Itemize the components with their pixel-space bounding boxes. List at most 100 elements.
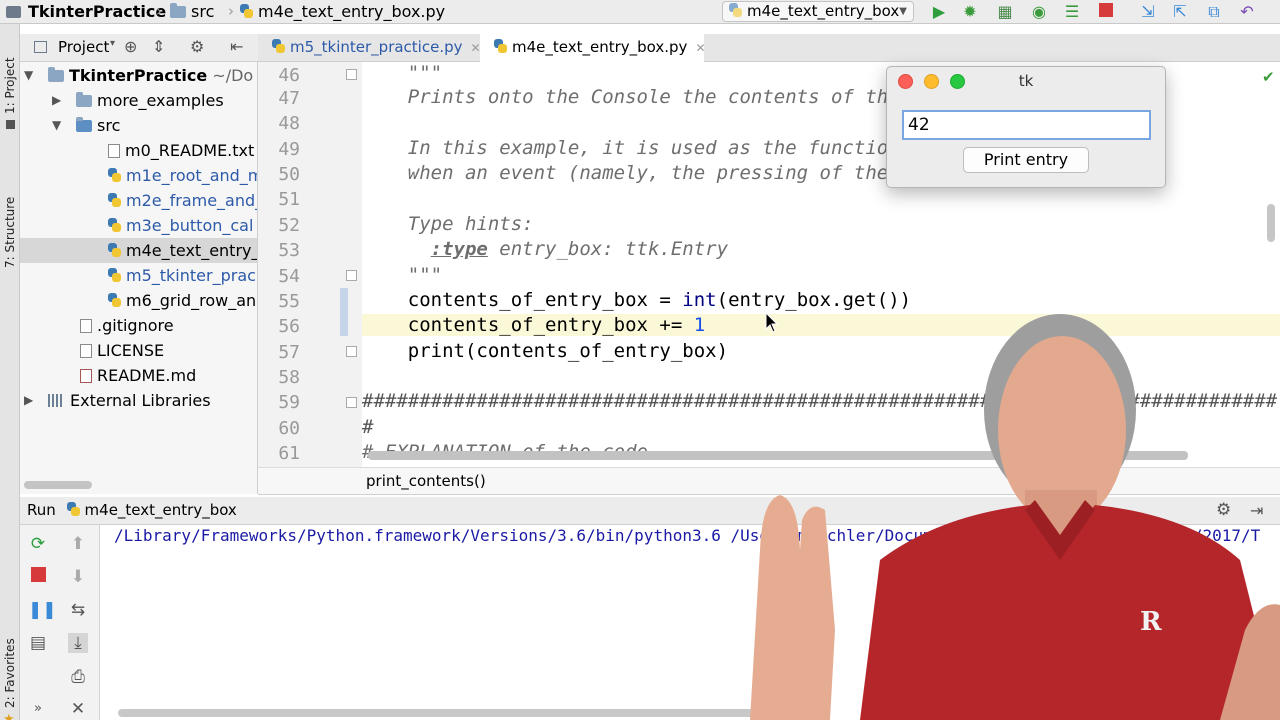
editor-gutter: 46 47 48 49 50 51 52 53 54 55 56 57 58 5… xyxy=(258,62,362,467)
stop-icon[interactable] xyxy=(1096,2,1116,22)
line-number: 60 xyxy=(278,418,300,439)
tree-item-file[interactable]: m6_grid_row_an xyxy=(20,288,257,313)
nav-folder-label: src xyxy=(191,2,215,21)
collapse-arrow-icon: ▶ xyxy=(52,93,62,107)
breadcrumb-item[interactable]: print_contents() xyxy=(366,472,486,490)
line-number: 48 xyxy=(278,113,300,134)
tree-item-file[interactable]: m5_tkinter_prac xyxy=(20,263,257,288)
line-number: 53 xyxy=(278,240,300,261)
expand-arrow-icon: ▼ xyxy=(24,68,34,82)
run-icon[interactable]: ▶ xyxy=(929,2,949,22)
line-number: 49 xyxy=(278,139,300,160)
navigation-bar: TkinterPractice › src › m4e_text_entry_b… xyxy=(0,0,1280,24)
text-file-icon xyxy=(80,344,92,358)
tab-m5-tkinter-practice[interactable]: m5_tkinter_practice.py ✕ xyxy=(258,34,481,62)
tree-item-content: External Libraries xyxy=(48,388,211,413)
locate-target-icon[interactable]: ⊕ xyxy=(124,37,137,56)
vcs-update-icon[interactable]: ⇲ xyxy=(1138,2,1158,22)
line-number: 52 xyxy=(278,215,300,236)
tree-item-content: src xyxy=(76,113,120,138)
project-tree: ▼ TkinterPractice ~/Do ▶ more_examples ▼… xyxy=(20,62,258,494)
python-file-icon xyxy=(108,168,121,183)
print-entry-button[interactable]: Print entry xyxy=(963,147,1089,173)
tree-item-file[interactable]: m0_README.txt xyxy=(20,138,257,163)
tree-root-path: ~/Do xyxy=(212,66,254,85)
python-file-icon xyxy=(729,3,742,18)
editor-vertical-scrollbar[interactable] xyxy=(1267,204,1275,242)
print-icon[interactable]: ⎙ xyxy=(68,667,88,687)
project-panel-header: Project ▾ ⊕ ⇕ ⚙ ⇤ xyxy=(20,34,258,62)
layout-icon[interactable]: ▤ xyxy=(28,633,48,653)
close-icon[interactable]: ✕ xyxy=(695,41,705,55)
tree-item-label: m2e_frame_and_ xyxy=(126,191,258,210)
tk-dialog-window: tk Print entry xyxy=(886,66,1166,188)
scroll-to-end-icon[interactable]: ⤓ xyxy=(68,633,88,653)
fold-marker-icon[interactable] xyxy=(346,69,357,80)
tree-item-file[interactable]: m2e_frame_and_ xyxy=(20,188,258,213)
tree-item-label: LICENSE xyxy=(97,341,165,360)
mouse-pointer-icon xyxy=(765,312,779,333)
collapse-all-icon[interactable]: ⇕ xyxy=(152,37,165,56)
fold-marker-icon[interactable] xyxy=(346,270,357,281)
nav-project[interactable]: TkinterPractice xyxy=(28,0,166,24)
tree-item-label: src xyxy=(97,116,121,135)
nav-file[interactable]: m4e_text_entry_box.py xyxy=(240,0,445,24)
tab-m4e-text-entry-box[interactable]: m4e_text_entry_box.py ✕ xyxy=(480,34,706,62)
rerun-icon[interactable]: ⟳ xyxy=(28,534,48,554)
tree-item-file[interactable]: LICENSE xyxy=(20,338,257,363)
vcs-history-icon[interactable]: ⧉ xyxy=(1204,2,1224,22)
revert-icon[interactable]: ↶ xyxy=(1237,2,1257,22)
debug-bug-icon[interactable]: ✹ xyxy=(960,2,980,22)
project-tool-icon xyxy=(6,120,15,129)
run-configuration-select[interactable]: m4e_text_entry_box ▼ xyxy=(722,1,914,22)
line-number: 58 xyxy=(278,367,300,388)
soft-wrap-icon[interactable]: ⇆ xyxy=(68,600,88,620)
tree-root-content: TkinterPractice ~/Do xyxy=(48,63,253,88)
tree-item-more-examples[interactable]: ▶ more_examples xyxy=(20,88,257,113)
fold-marker-icon[interactable] xyxy=(346,397,357,408)
tree-item-file[interactable]: m1e_root_and_m xyxy=(20,163,257,188)
hide-panel-icon[interactable]: ⇤ xyxy=(230,37,243,56)
tree-item-file[interactable]: m3e_button_cal xyxy=(20,213,257,238)
tk-entry-field[interactable] xyxy=(902,110,1151,140)
run-panel-label: Run xyxy=(27,501,56,519)
tree-item-src[interactable]: ▼ src xyxy=(20,113,257,138)
tree-item-file[interactable]: .gitignore xyxy=(20,313,257,338)
tree-item-file-selected[interactable]: m4e_text_entry_ xyxy=(20,238,258,263)
tree-item-label: External Libraries xyxy=(70,391,211,410)
project-horizontal-scrollbar[interactable] xyxy=(24,481,92,489)
line-number: 47 xyxy=(278,88,300,109)
inspection-ok-icon[interactable]: ✔ xyxy=(1262,68,1275,86)
pause-icon[interactable]: ❚❚ xyxy=(28,600,57,620)
run-toolbar: ⟳ ⬆ ⬇ ❚❚ ⇆ ▤ ⤓ ⎙ » ✕ xyxy=(20,525,100,720)
line-number: 56 xyxy=(278,316,300,337)
project-panel-title[interactable]: Project xyxy=(58,38,109,56)
line-number: 54 xyxy=(278,266,300,287)
run-panel-config[interactable]: m4e_text_entry_box xyxy=(66,501,237,519)
profile-icon[interactable]: ◉ xyxy=(1029,2,1049,22)
arrow-up-icon[interactable]: ⬆ xyxy=(68,534,88,554)
gear-icon[interactable]: ⚙ xyxy=(190,37,204,56)
code-line: """ xyxy=(362,62,443,84)
vcs-commit-icon[interactable]: ⇱ xyxy=(1170,2,1190,22)
arrow-down-icon[interactable]: ⬇ xyxy=(68,567,88,587)
console-horizontal-scrollbar[interactable] xyxy=(118,709,768,717)
line-number: 46 xyxy=(278,65,300,86)
python-file-icon xyxy=(494,39,507,54)
tree-item-label: m4e_text_entry_ xyxy=(126,241,258,260)
coverage-icon[interactable]: ▦ xyxy=(995,2,1015,22)
fold-marker-icon[interactable] xyxy=(346,346,357,357)
change-marker xyxy=(340,288,348,336)
rerun-list-icon[interactable]: ☰ xyxy=(1062,2,1082,22)
nav-folder[interactable]: src xyxy=(170,0,214,24)
close-icon[interactable]: ✕ xyxy=(68,699,88,719)
tree-item-content: m6_grid_row_an xyxy=(108,288,256,313)
tree-root[interactable]: ▼ TkinterPractice ~/Do xyxy=(20,63,257,88)
more-icon[interactable]: » xyxy=(28,699,48,719)
tree-item-file[interactable]: README.md xyxy=(20,363,257,388)
tree-item-content: m3e_button_cal xyxy=(108,213,253,238)
line-number: 55 xyxy=(278,291,300,312)
left-tool-strip: 1: Project 7: Structure 2: Favorites ★ xyxy=(0,24,20,720)
tree-item-external-libraries[interactable]: ▶ External Libraries xyxy=(20,388,257,413)
stop-icon[interactable] xyxy=(28,567,48,587)
